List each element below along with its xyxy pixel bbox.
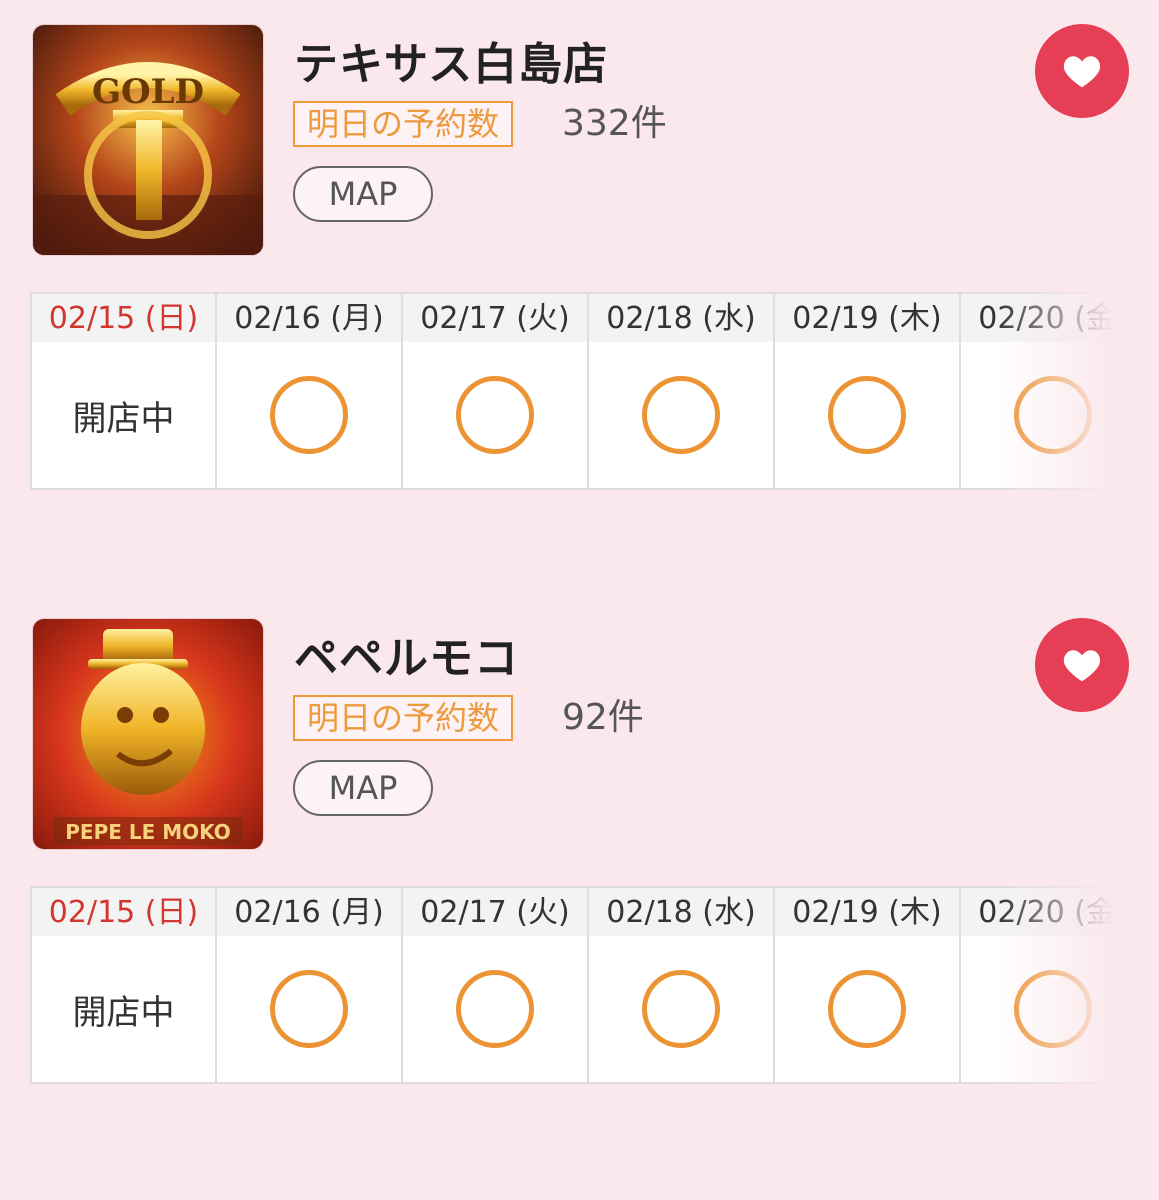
- calendar-date: 02/19 (木): [775, 888, 959, 936]
- calendar-date: 02/20 (金): [961, 888, 1126, 936]
- calendar-date: 02/18 (水): [589, 294, 773, 342]
- calendar-date: 02/17 (火): [403, 294, 587, 342]
- available-circle-icon: [828, 376, 906, 454]
- calendar-date: 02/20 (金): [961, 294, 1126, 342]
- store-name[interactable]: ペペルモコ: [294, 622, 519, 686]
- store-name[interactable]: テキサス白島店: [294, 28, 608, 92]
- available-circle-icon: [1014, 970, 1092, 1048]
- reservation-count: 332件: [562, 103, 667, 144]
- calendar-day[interactable]: 02/18 (水): [589, 886, 775, 1084]
- calendar-date: 02/18 (水): [589, 888, 773, 936]
- store-thumbnail[interactable]: PEPE LE MOKO: [32, 618, 264, 850]
- calendar-day[interactable]: 02/16 (月): [217, 292, 403, 490]
- available-circle-icon: [642, 970, 720, 1048]
- calendar-day[interactable]: 02/16 (月): [217, 886, 403, 1084]
- heart-icon: [1063, 56, 1101, 88]
- available-circle-icon: [456, 376, 534, 454]
- reservation-label: 明日の予約数: [293, 101, 514, 147]
- available-circle-icon: [270, 376, 348, 454]
- calendar-date: 02/17 (火): [403, 888, 587, 936]
- calendar-day[interactable]: 02/17 (火): [403, 886, 589, 1084]
- calendar-day[interactable]: 02/19 (木): [775, 886, 961, 1084]
- calendar-date: 02/15 (日): [32, 888, 215, 936]
- calendar-day[interactable]: 02/20 (金): [961, 292, 1126, 490]
- available-circle-icon: [828, 970, 906, 1048]
- available-circle-icon: [270, 970, 348, 1048]
- calendar-day[interactable]: 02/17 (火): [403, 292, 589, 490]
- calendar-day[interactable]: 02/15 (日) 開店中: [32, 886, 217, 1084]
- availability-calendar: 02/15 (日) 開店中 02/16 (月) 02/17 (火) 02/18 …: [30, 886, 1126, 1084]
- thumbnail-text: GOLD: [92, 72, 204, 112]
- calendar-day[interactable]: 02/18 (水): [589, 292, 775, 490]
- thumbnail-text: PEPE LE MOKO: [65, 820, 230, 844]
- calendar-date: 02/19 (木): [775, 294, 959, 342]
- calendar-day[interactable]: 02/19 (木): [775, 292, 961, 490]
- available-circle-icon: [1014, 376, 1092, 454]
- favorite-button[interactable]: [1035, 24, 1129, 118]
- calendar-day[interactable]: 02/15 (日) 開店中: [32, 292, 217, 490]
- calendar-date: 02/16 (月): [217, 294, 401, 342]
- calendar-date: 02/16 (月): [217, 888, 401, 936]
- available-circle-icon: [456, 970, 534, 1048]
- reservation-count: 92件: [562, 697, 644, 738]
- store-thumbnail[interactable]: GOLD: [32, 24, 264, 256]
- favorite-button[interactable]: [1035, 618, 1129, 712]
- open-status: 開店中: [72, 398, 175, 439]
- heart-icon: [1063, 650, 1101, 682]
- availability-calendar: 02/15 (日) 開店中 02/16 (月) 02/17 (火) 02/18 …: [30, 292, 1126, 490]
- open-status: 開店中: [72, 992, 175, 1033]
- available-circle-icon: [642, 376, 720, 454]
- map-button[interactable]: MAP: [293, 760, 433, 816]
- calendar-day[interactable]: 02/20 (金): [961, 886, 1126, 1084]
- calendar-date: 02/15 (日): [32, 294, 215, 342]
- reservation-label: 明日の予約数: [293, 695, 514, 741]
- map-button[interactable]: MAP: [293, 166, 433, 222]
